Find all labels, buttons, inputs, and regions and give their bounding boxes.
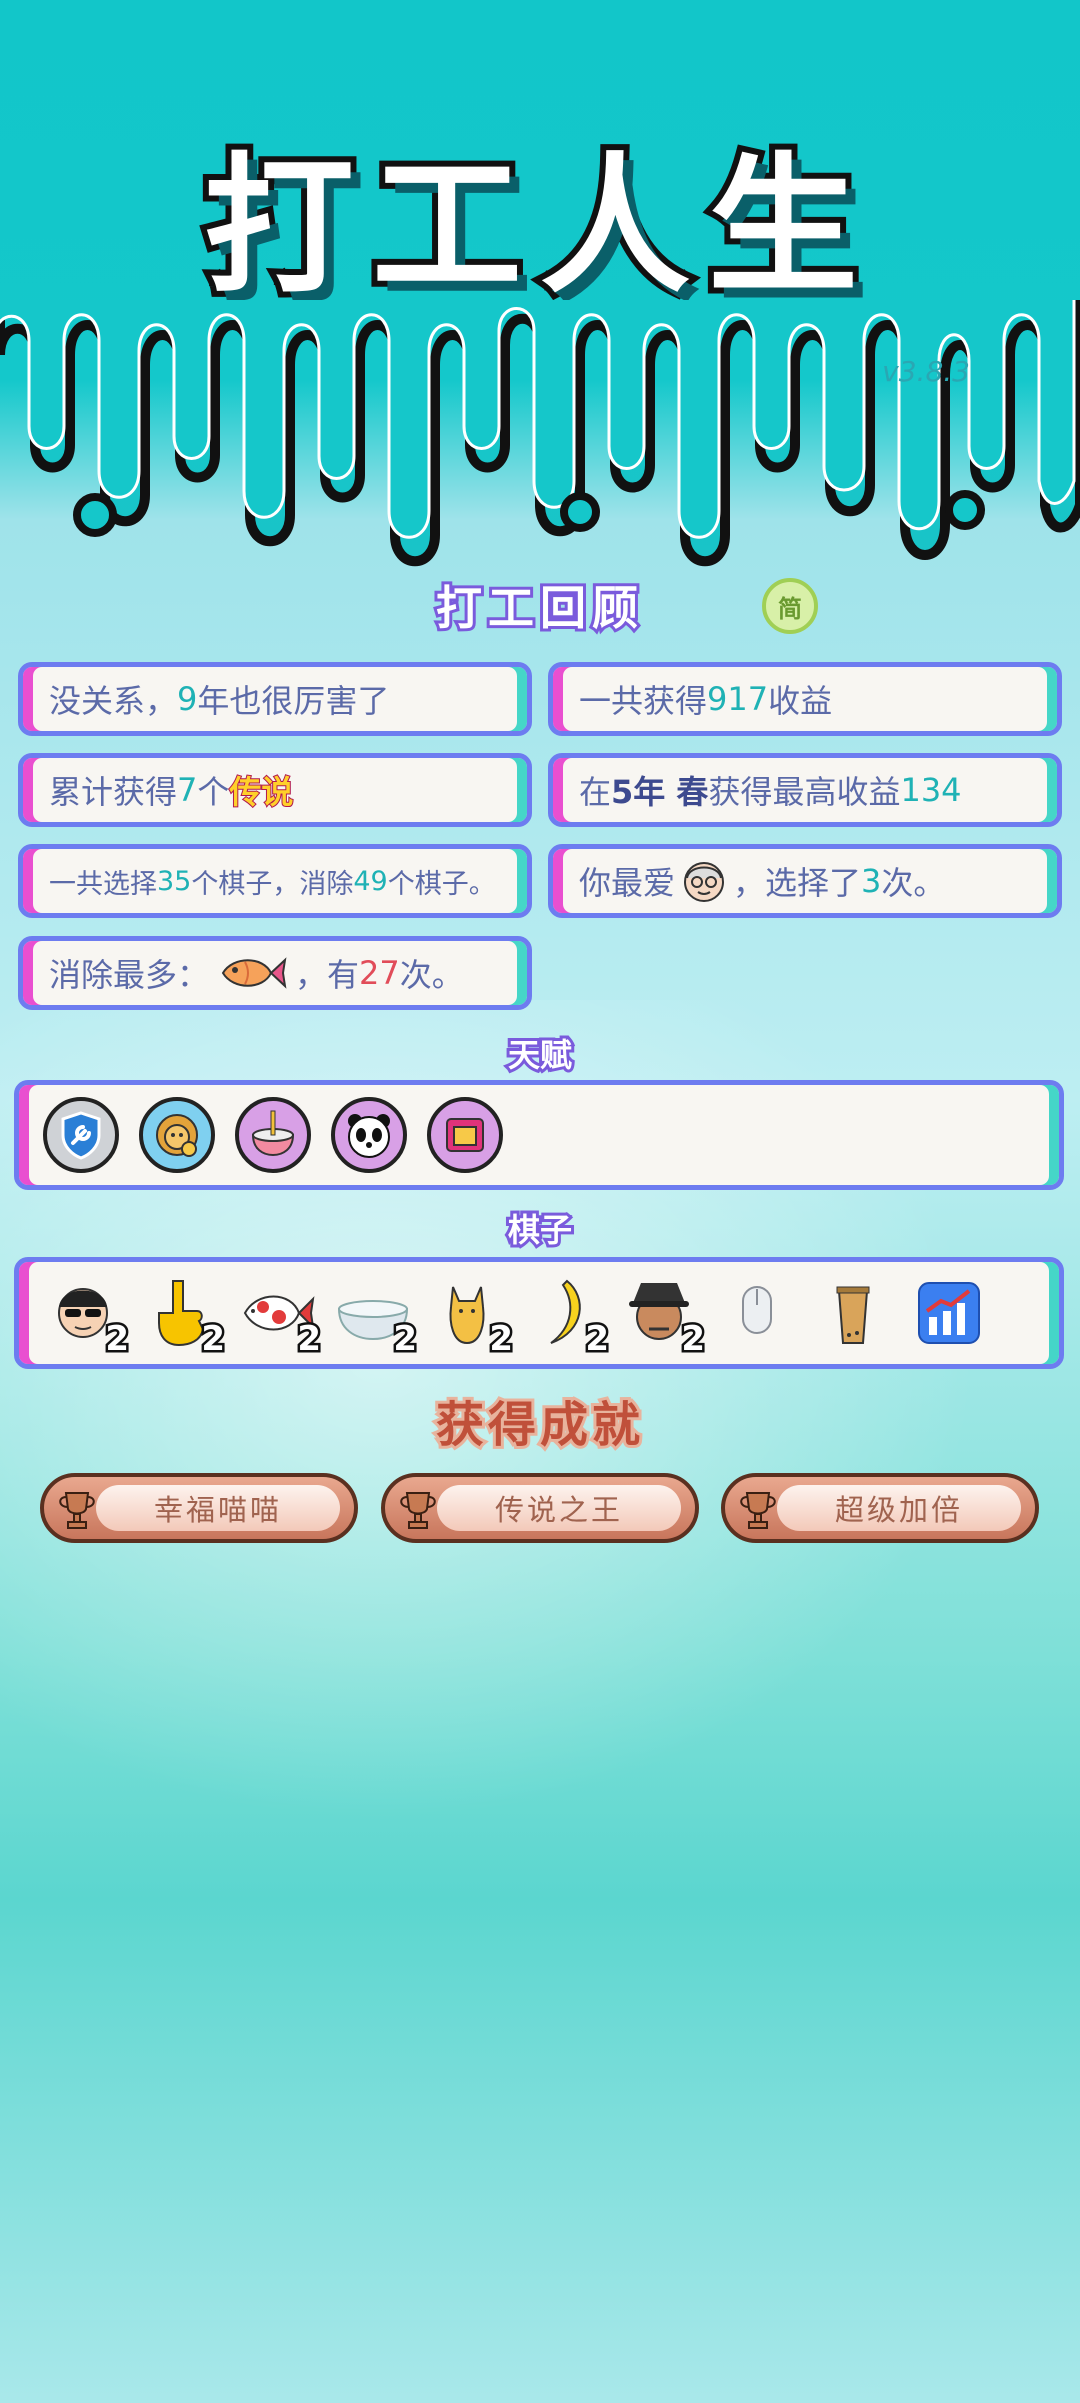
version-label: v3.8.3	[882, 355, 970, 388]
stat-card-total-income: 一共获得 917 收益	[548, 662, 1062, 736]
stat-card-favorite: 你最爱 ，选择了 3 次。	[548, 844, 1062, 918]
stat-card-years: 没关系， 9 年也很厉害了	[18, 662, 532, 736]
achievement-label: 超级加倍	[777, 1485, 1021, 1531]
trophy-icon	[59, 1492, 95, 1529]
sunglasses-man-icon[interactable]: 2	[47, 1273, 131, 1362]
legend-label: 传说	[228, 772, 294, 812]
bowl-icon[interactable]: 2	[335, 1273, 419, 1362]
talent-heading: 天赋	[505, 1033, 575, 1077]
pointing-hand-icon[interactable]: 2	[143, 1273, 227, 1362]
stat-card-best-income: 在 5年 春 获得最高收益 134	[548, 753, 1062, 827]
achievement-label: 传说之王	[437, 1485, 681, 1531]
gift-box-icon[interactable]	[427, 1097, 503, 1173]
pieces-heading: 棋子	[505, 1208, 575, 1252]
wrench-shield-icon[interactable]	[43, 1097, 119, 1173]
lion-cub-icon[interactable]	[139, 1097, 215, 1173]
rice-bowl-icon[interactable]	[235, 1097, 311, 1173]
pieces-bar: 2 2 2 2 2 2 2	[14, 1257, 1064, 1369]
game-title: 打工人生	[198, 134, 876, 320]
achievements-heading: 获得成就	[433, 1394, 644, 1456]
bubble-tea-icon[interactable]	[815, 1273, 891, 1353]
achievement-badge[interactable]: 幸福喵喵	[40, 1473, 358, 1543]
mouse-icon[interactable]	[719, 1273, 795, 1353]
achievement-label: 幸福喵喵	[96, 1485, 340, 1531]
achievement-badge[interactable]: 传说之王	[381, 1473, 699, 1543]
fish-icon	[221, 957, 287, 989]
koi-fish-icon[interactable]: 2	[239, 1273, 323, 1362]
stat-card-pieces: 一共选择 35 个棋子，消除 49 个棋子。	[18, 844, 532, 918]
review-heading: 打工回顾	[433, 578, 644, 638]
drip-decoration	[0, 300, 1080, 567]
stat-card-most-removed: 消除最多： ，有 27 次。	[18, 936, 532, 1010]
talent-bar	[14, 1080, 1064, 1190]
stat-card-legends: 累计获得 7 个传说	[18, 753, 532, 827]
bucket-hat-man-icon[interactable]: 2	[623, 1273, 707, 1362]
simplify-toggle-button[interactable]: 简	[762, 578, 818, 634]
achievement-badge[interactable]: 超级加倍	[721, 1473, 1039, 1543]
banana-icon[interactable]: 2	[527, 1273, 611, 1362]
cat-icon[interactable]: 2	[431, 1273, 515, 1362]
trophy-icon	[400, 1492, 436, 1529]
trophy-icon	[740, 1492, 776, 1529]
panda-icon[interactable]	[331, 1097, 407, 1173]
growth-chart-icon[interactable]	[911, 1273, 987, 1353]
old-man-icon	[684, 862, 725, 902]
